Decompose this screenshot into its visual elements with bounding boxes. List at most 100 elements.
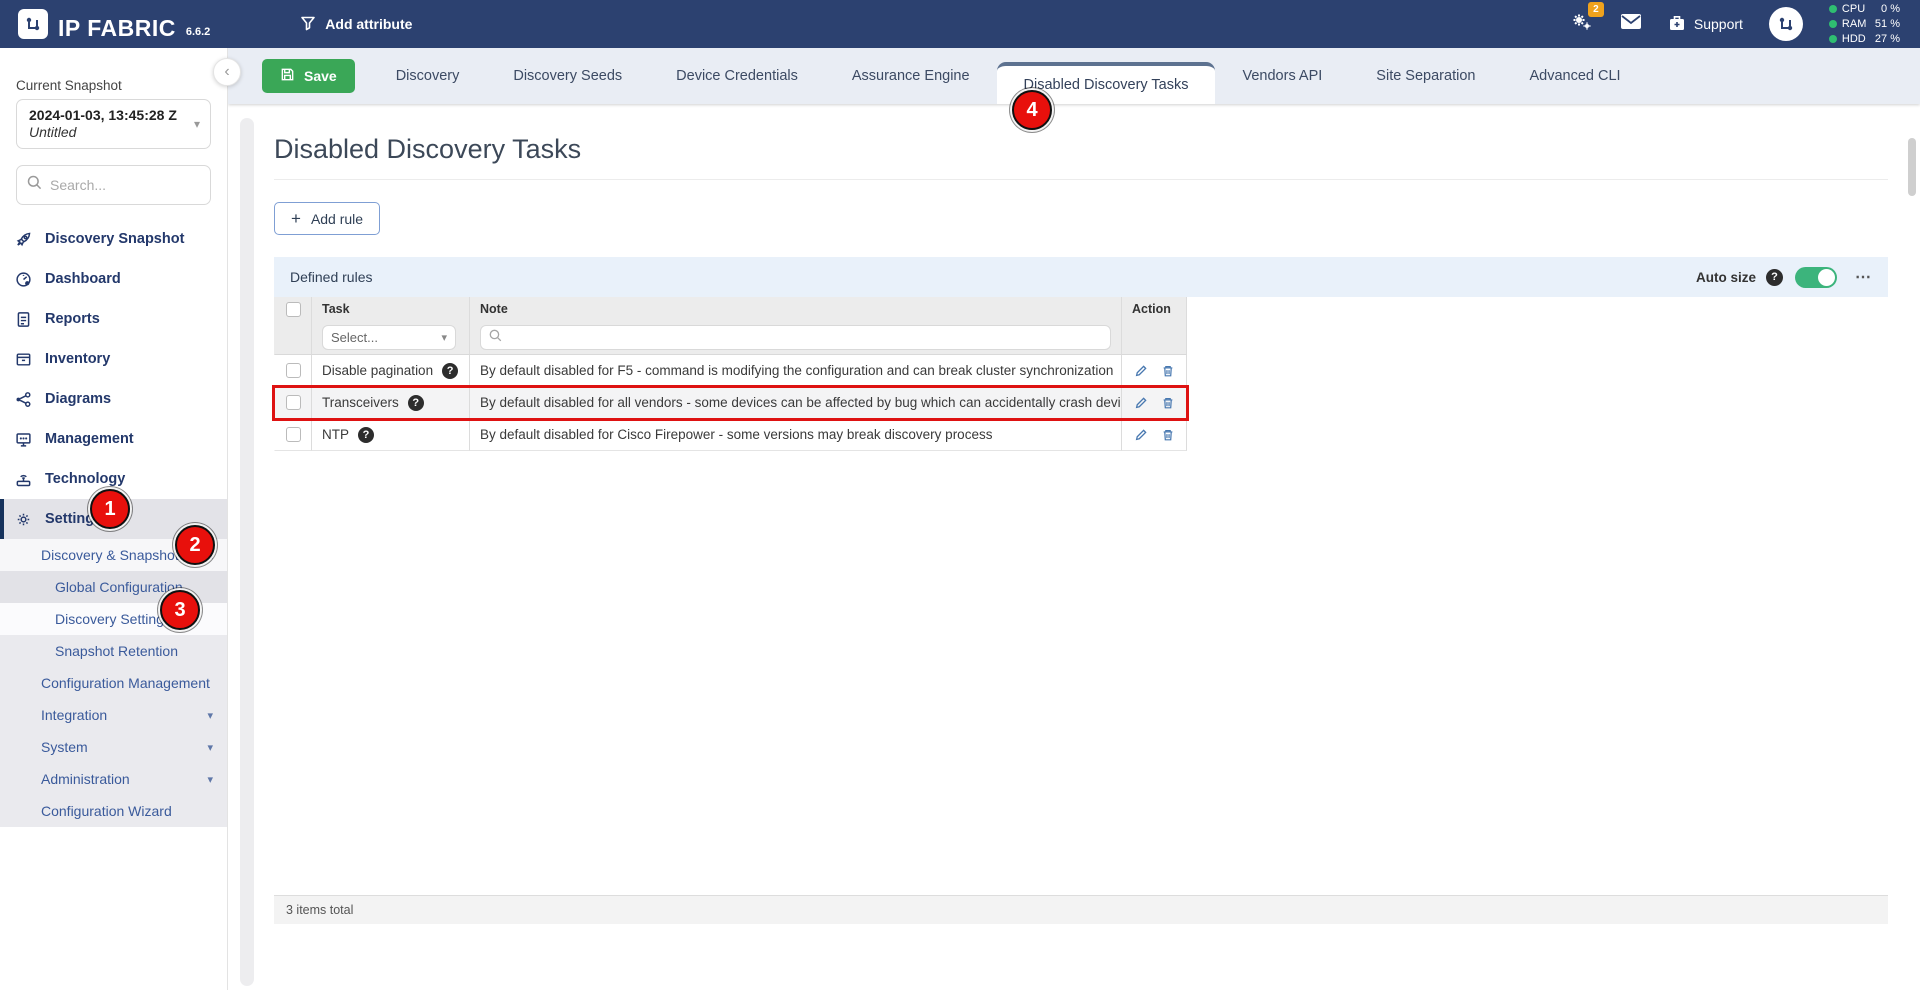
auto-size-toggle[interactable] [1795, 267, 1837, 288]
row-checkbox[interactable] [286, 363, 301, 378]
tab-advanced-cli[interactable]: Advanced CLI [1502, 48, 1647, 104]
search-icon [27, 175, 42, 195]
auto-size-label: Auto size [1696, 270, 1756, 285]
task-name: NTP [322, 427, 349, 442]
edit-rule-button[interactable] [1134, 428, 1148, 442]
tab-vendors-api[interactable]: Vendors API [1215, 48, 1349, 104]
row-checkbox[interactable] [286, 427, 301, 442]
submenu-system[interactable]: System ▾ [0, 731, 227, 763]
gear-icon [14, 510, 32, 528]
system-stats: CPU 0 % RAM 51 % HDD 27 % [1829, 2, 1900, 46]
monitor-icon [14, 430, 32, 448]
logo-text: IP FABRIC [58, 17, 176, 40]
snapshot-dropdown[interactable]: 2024-01-03, 13:45:28 Z Untitled ▾ [16, 99, 211, 149]
add-rule-button[interactable]: + Add rule [274, 202, 380, 235]
more-options-button[interactable]: ⋯ [1855, 267, 1872, 287]
ip-fabric-logo-icon [18, 9, 48, 39]
diagram-icon [14, 390, 32, 408]
tab-site-separation[interactable]: Site Separation [1349, 48, 1502, 104]
select-all-checkbox[interactable] [286, 302, 301, 317]
submenu-integration[interactable]: Integration ▾ [0, 699, 227, 731]
sidebar-item-inventory[interactable]: Inventory [0, 339, 227, 379]
edit-rule-button[interactable] [1134, 364, 1148, 378]
table-row-disable-pagination: Disable pagination ? By default disabled… [274, 355, 1187, 387]
chevron-down-icon: ▾ [441, 331, 447, 344]
user-avatar[interactable] [1769, 7, 1803, 41]
tab-assurance-engine[interactable]: Assurance Engine [825, 48, 997, 104]
tab-discovery-seeds[interactable]: Discovery Seeds [486, 48, 649, 104]
sidebar-item-reports[interactable]: Reports [0, 299, 227, 339]
note-filter-search[interactable] [480, 325, 1111, 350]
delete-rule-button[interactable] [1161, 364, 1175, 378]
ram-status-dot [1829, 20, 1837, 28]
rule-note: By default disabled for all vendors - so… [470, 387, 1122, 419]
panel-header: Defined rules Auto size ? ⋯ [274, 257, 1888, 297]
chevron-down-icon: ▾ [207, 709, 213, 722]
task-name: Disable pagination [322, 363, 433, 378]
add-attribute-button[interactable]: Add attribute [300, 15, 412, 34]
save-icon [280, 67, 295, 85]
sidebar-search[interactable] [16, 165, 211, 205]
defined-rules-panel: Defined rules Auto size ? ⋯ Task Note Ac… [274, 257, 1888, 924]
cpu-status-dot [1829, 5, 1837, 13]
submenu-snapshot-retention[interactable]: Snapshot Retention [0, 635, 227, 667]
snapshot-date: 2024-01-03, 13:45:28 Z [29, 107, 182, 124]
task-name: Transceivers [322, 395, 399, 410]
settings-tab-bar: Save Discovery Discovery Seeds Device Cr… [228, 48, 1920, 104]
edit-rule-button[interactable] [1134, 396, 1148, 410]
delete-rule-button[interactable] [1161, 428, 1175, 442]
note-column-header[interactable]: Note [470, 297, 1122, 321]
add-attribute-label: Add attribute [325, 16, 412, 32]
rule-note: By default disabled for Cisco Firepower … [470, 419, 1122, 451]
task-help-icon[interactable]: ? [358, 427, 374, 443]
task-help-icon[interactable]: ? [408, 395, 424, 411]
delete-rule-button[interactable] [1161, 396, 1175, 410]
note-filter-input[interactable] [508, 330, 1102, 345]
task-filter-select[interactable]: Select... ▾ [322, 325, 456, 350]
support-label: Support [1694, 16, 1743, 32]
tab-device-credentials[interactable]: Device Credentials [649, 48, 825, 104]
title-divider [274, 179, 1888, 180]
annotation-step-1: 1 [90, 489, 130, 529]
submenu-configuration-wizard[interactable]: Configuration Wizard [0, 795, 227, 827]
toggle-knob [1818, 269, 1835, 286]
annotation-step-4: 4 [1012, 90, 1052, 130]
save-button[interactable]: Save [262, 59, 355, 93]
annotation-step-3: 3 [160, 590, 200, 630]
ram-stat: RAM 51 % [1829, 17, 1900, 31]
system-settings-button[interactable]: 2 [1570, 11, 1594, 38]
top-bar: IP FABRIC 6.6.2 Add attribute 2 Support [0, 0, 1920, 48]
rule-note: By default disabled for F5 - command is … [470, 355, 1122, 387]
submenu-administration[interactable]: Administration ▾ [0, 763, 227, 795]
messages-button[interactable] [1620, 13, 1642, 35]
tab-discovery[interactable]: Discovery [369, 48, 487, 104]
app-version: 6.6.2 [186, 26, 210, 38]
submenu-configuration-management[interactable]: Configuration Management [0, 667, 227, 699]
table-header-row: Task Note Action [274, 297, 1187, 321]
sidebar-item-management[interactable]: Management [0, 419, 227, 459]
app-logo[interactable]: IP FABRIC 6.6.2 [18, 9, 210, 40]
sidebar-item-dashboard[interactable]: Dashboard [0, 259, 227, 299]
panel-title: Defined rules [290, 269, 373, 285]
auto-size-help-icon[interactable]: ? [1766, 269, 1783, 286]
search-icon [489, 329, 502, 347]
task-column-header[interactable]: Task [312, 297, 470, 321]
support-button[interactable]: Support [1668, 14, 1743, 35]
task-help-icon[interactable]: ? [442, 363, 458, 379]
sidebar-item-discovery-snapshot[interactable]: Discovery Snapshot [0, 219, 227, 259]
chevron-down-icon: ▾ [207, 741, 213, 754]
search-input[interactable] [50, 177, 200, 193]
sidebar-item-diagrams[interactable]: Diagrams [0, 379, 227, 419]
window-scrollbar-thumb[interactable] [1908, 138, 1916, 196]
settings-submenu: Discovery & Snapshots ▴ Global Configura… [0, 539, 227, 827]
action-column-header: Action [1122, 297, 1187, 321]
inventory-icon [14, 350, 32, 368]
row-checkbox[interactable] [286, 395, 301, 410]
chevron-down-icon: ▾ [194, 117, 200, 131]
plus-icon: + [291, 210, 301, 227]
router-icon [14, 470, 32, 488]
current-snapshot-label: Current Snapshot [16, 78, 211, 93]
content-scrollbar-track[interactable] [240, 118, 254, 986]
sidebar-collapse-button[interactable]: ‹ [213, 58, 241, 86]
annotation-step-2: 2 [175, 525, 215, 565]
